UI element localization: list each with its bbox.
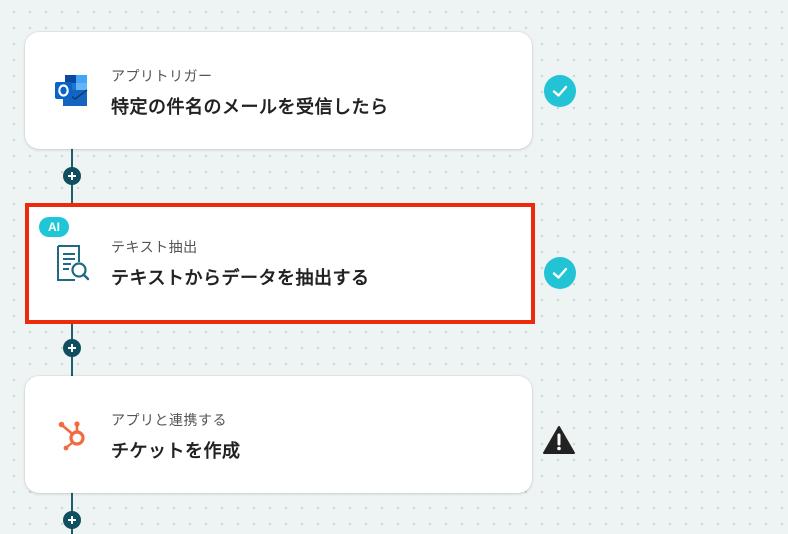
flow-step-trigger[interactable]: アプリトリガー 特定の件名のメールを受信したら (25, 32, 532, 149)
step-title: チケットを作成 (111, 441, 241, 462)
document-search-icon (53, 243, 91, 281)
plus-icon (68, 344, 76, 352)
plus-icon (68, 516, 76, 524)
step-category: アプリと連携する (111, 413, 227, 429)
checkmark-icon (552, 267, 568, 279)
add-step-button[interactable] (63, 339, 81, 357)
plus-icon (68, 172, 76, 180)
step-complete-status (544, 257, 576, 289)
step-title: 特定の件名のメールを受信したら (111, 97, 389, 118)
flow-step-app-action[interactable]: アプリと連携する チケットを作成 (25, 376, 532, 493)
outlook-icon (53, 72, 91, 110)
flow-step-text-extract[interactable]: AI テキスト抽出 テキストからデータを抽出する (25, 203, 535, 324)
step-warning-status (542, 425, 576, 455)
warning-icon (543, 426, 575, 454)
step-category: テキスト抽出 (111, 240, 198, 256)
ai-badge: AI (39, 217, 69, 237)
step-title: テキストからデータを抽出する (111, 268, 370, 289)
add-step-button[interactable] (63, 511, 81, 529)
checkmark-icon (552, 85, 568, 97)
hubspot-icon (53, 416, 91, 454)
step-category: アプリトリガー (111, 69, 213, 85)
step-complete-status (544, 75, 576, 107)
add-step-button[interactable] (63, 167, 81, 185)
